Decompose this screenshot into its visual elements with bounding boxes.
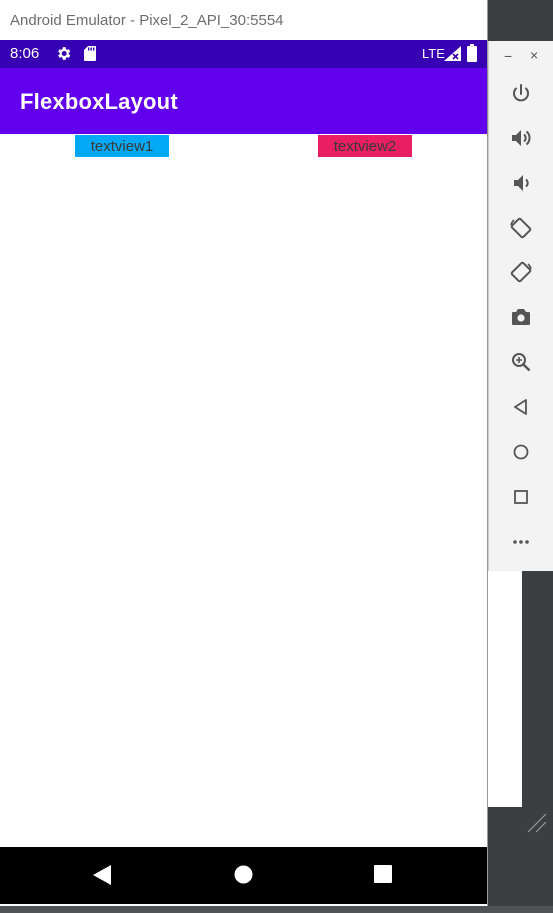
navigation-bar	[0, 847, 487, 904]
minimize-button[interactable]: −	[504, 48, 512, 64]
sd-card-icon	[84, 46, 96, 61]
nav-home-icon[interactable]	[234, 865, 253, 884]
resize-grip-icon[interactable]	[526, 812, 548, 834]
rotate-left-icon[interactable]	[509, 216, 533, 240]
status-time: 8:06	[10, 45, 40, 62]
background-strip	[488, 0, 553, 41]
window-title: Android Emulator - Pixel_2_API_30:5554	[0, 0, 487, 40]
camera-icon[interactable]	[509, 305, 533, 329]
emulator-window: Android Emulator - Pixel_2_API_30:5554 8…	[0, 0, 488, 906]
battery-icon	[467, 44, 477, 62]
app-bar: FlexboxLayout	[0, 68, 487, 134]
more-icon[interactable]	[509, 530, 533, 554]
flexbox-content: textview1 textview2	[0, 134, 487, 847]
app-title: FlexboxLayout	[20, 89, 178, 114]
textview-1: textview1	[75, 135, 169, 157]
emulator-toolbar: − ×	[488, 41, 553, 571]
home-icon[interactable]	[509, 440, 533, 464]
background-panel	[488, 571, 522, 807]
signal-icon	[444, 46, 461, 61]
textview-2: textview2	[318, 135, 412, 157]
nav-back-icon[interactable]	[93, 865, 111, 885]
rotate-right-icon[interactable]	[509, 260, 533, 284]
power-icon[interactable]	[509, 82, 533, 106]
close-button[interactable]: ×	[530, 47, 538, 63]
gear-icon	[58, 47, 71, 60]
bottom-strip	[0, 906, 553, 913]
nav-overview-icon[interactable]	[374, 865, 392, 883]
zoom-icon[interactable]	[509, 350, 533, 374]
status-bar: 8:06 LTE	[0, 40, 487, 68]
volume-up-icon[interactable]	[509, 126, 533, 150]
volume-down-icon[interactable]	[509, 171, 533, 195]
overview-icon[interactable]	[509, 485, 533, 509]
network-type: LTE	[422, 46, 445, 61]
back-icon[interactable]	[509, 395, 533, 419]
